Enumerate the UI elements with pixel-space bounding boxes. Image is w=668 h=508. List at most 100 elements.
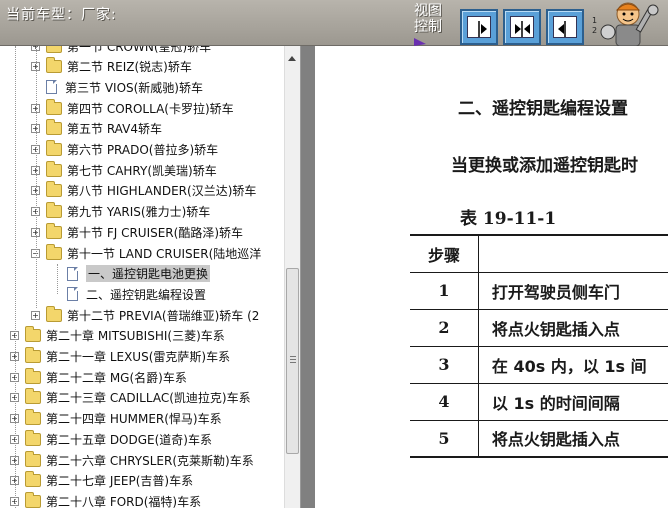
step-text: 打开驾驶员侧车门 bbox=[478, 271, 668, 310]
step-text: 在 40s 内，以 1s 间 bbox=[478, 345, 668, 384]
tree-scrollbar[interactable] bbox=[284, 46, 300, 508]
document-view[interactable]: 二、遥控钥匙编程设置 当更换或添加遥控钥匙时 表 19-11-1 步骤 1 打开驾… bbox=[315, 46, 668, 508]
tree-item[interactable]: + 第二十章 MITSUBISHI(三菱)车系 bbox=[10, 326, 225, 346]
document-paragraph: 当更换或添加遥控钥匙时 bbox=[451, 156, 638, 176]
split-arrows-icon bbox=[515, 21, 530, 37]
tree-item[interactable]: + 第二十二章 MG(名爵)车系 bbox=[10, 367, 187, 387]
tree-item-label: 第十节 FJ CRUISER(酷路泽)轿车 bbox=[67, 225, 244, 240]
tree-item-label: 第二节 REIZ(锐志)轿车 bbox=[67, 60, 192, 75]
tree-item-label: 第四节 COROLLA(卡罗拉)轿车 bbox=[67, 101, 234, 116]
tree-item-label: 第二十章 MITSUBISHI(三菱)车系 bbox=[46, 329, 225, 344]
tree-item[interactable]: + 第十节 FJ CRUISER(酷路泽)轿车 bbox=[31, 222, 243, 242]
tree-item[interactable]: + 第二十六章 CHRYSLER(克莱斯勒)车系 bbox=[10, 450, 254, 470]
panel-right-arrow-icon bbox=[478, 21, 487, 37]
tree-item[interactable]: − 第十一节 LAND CRUISER(陆地巡洋 bbox=[31, 243, 261, 263]
tree-item[interactable]: + 第二十五章 DODGE(道奇)车系 bbox=[10, 429, 212, 449]
tree-item[interactable]: + 第九节 YARIS(雅力士)轿车 bbox=[31, 202, 210, 222]
table-row: 4以 1s 的时间间隔 bbox=[410, 382, 668, 421]
folder-icon bbox=[46, 160, 62, 177]
tree-item-label: 第二十三章 CADILLAC(凯迪拉克)车系 bbox=[46, 391, 251, 406]
tree-leaf-item[interactable]: 一、遥控钥匙电池更换 bbox=[52, 264, 211, 284]
folder-icon bbox=[25, 491, 41, 508]
table-row: 1 打开驾驶员侧车门 bbox=[410, 271, 668, 310]
document-icon bbox=[46, 80, 57, 95]
step-number: 5 bbox=[410, 419, 479, 458]
document-icon bbox=[67, 266, 78, 281]
tree-item[interactable]: + 第二十七章 JEEP(吉普)车系 bbox=[10, 471, 193, 491]
folder-open-icon bbox=[46, 243, 62, 260]
tree-item-label: 第十二节 PREVIA(普瑞维亚)轿车 (2 bbox=[67, 308, 260, 323]
tree-guide-line bbox=[36, 46, 37, 308]
tree-leaf-item[interactable]: 二、遥控钥匙编程设置 bbox=[52, 284, 206, 304]
tree-item[interactable]: + 第五节 RAV4轿车 bbox=[31, 119, 162, 139]
top-toolbar: 当前车型：厂家: 视图控制 12 bbox=[0, 0, 668, 46]
folder-icon bbox=[25, 471, 41, 488]
step-number: 2 bbox=[410, 308, 479, 347]
tree-item-label: 第十一节 LAND CRUISER(陆地巡洋 bbox=[67, 246, 262, 261]
tree-item-label: 第八节 HIGHLANDER(汉兰达)轿车 bbox=[67, 184, 257, 199]
current-model-label: 当前车型：厂家: bbox=[6, 7, 117, 23]
table-header-cell: 步骤 bbox=[410, 234, 479, 273]
folder-icon bbox=[46, 98, 62, 115]
tree-item-label: 第二十二章 MG(名爵)车系 bbox=[46, 370, 187, 385]
document-gutter bbox=[301, 46, 315, 508]
tree-item[interactable]: + 第二十三章 CADILLAC(凯迪拉克)车系 bbox=[10, 388, 251, 408]
chapter-tree: + 第一节 CROWN(皇冠)轿车 + 第二节 REIZ(锐志)轿车 第三节 VIOS(… bbox=[0, 46, 301, 508]
mechanic-mascot-icon bbox=[600, 2, 659, 46]
tree-item-label: 第一节 CROWN(皇冠)轿车 bbox=[67, 46, 212, 54]
tree-item-label: 第二十四章 HUMMER(悍马)车系 bbox=[46, 412, 222, 427]
tree-item-label: 第九节 YARIS(雅力士)轿车 bbox=[67, 205, 211, 220]
step-text: 将点火钥匙插入点 bbox=[478, 308, 668, 347]
view-left-panel-button[interactable] bbox=[460, 9, 498, 45]
tree-item[interactable]: + 第八节 HIGHLANDER(汉兰达)轿车 bbox=[31, 181, 256, 201]
step-number: 1 bbox=[410, 271, 479, 310]
tree-item[interactable]: + 第二十一章 LEXUS(雷克萨斯)车系 bbox=[10, 347, 230, 367]
tree-item[interactable]: + 第六节 PRADO(普拉多)轿车 bbox=[31, 140, 218, 160]
tree-item[interactable]: + 第二十八章 FORD(福特)车系 bbox=[10, 491, 201, 508]
tree-item[interactable]: + 第二十四章 HUMMER(悍马)车系 bbox=[10, 409, 222, 429]
expand-icon[interactable]: + bbox=[31, 310, 40, 320]
tree-item-label: 第二十一章 LEXUS(雷克萨斯)车系 bbox=[46, 350, 231, 364]
step-number: 3 bbox=[410, 345, 479, 384]
tree-item[interactable]: + 第十二节 PREVIA(普瑞维亚)轿车 (2 bbox=[31, 305, 259, 325]
tree-item-label: 第六节 PRADO(普拉多)轿车 bbox=[67, 143, 219, 157]
folder-icon bbox=[25, 450, 41, 467]
folder-icon bbox=[25, 326, 41, 343]
folder-icon bbox=[46, 46, 62, 53]
step-text: 将点火钥匙插入点 bbox=[478, 419, 668, 458]
tree-item[interactable]: + 第四节 COROLLA(卡罗拉)轿车 bbox=[31, 98, 234, 118]
tree-item-label: 一、遥控钥匙电池更换 bbox=[86, 265, 211, 283]
tree-item[interactable]: + 第七节 CAHRY(凯美瑞)轿车 bbox=[31, 160, 217, 180]
tree-item-label: 第二十五章 DODGE(道奇)车系 bbox=[46, 432, 212, 447]
tree-item[interactable]: + 第一节 CROWN(皇冠)轿车 bbox=[31, 46, 211, 56]
table-row: 2 将点火钥匙插入点 bbox=[410, 308, 668, 347]
tree-item[interactable]: + 第二节 REIZ(锐志)轿车 bbox=[31, 57, 192, 77]
document-heading: 二、遥控钥匙编程设置 bbox=[458, 99, 628, 119]
folder-icon bbox=[46, 57, 62, 74]
table-header-row: 步骤 bbox=[410, 234, 668, 273]
tree-item[interactable]: 第三节 VIOS(新威驰)轿车 bbox=[31, 77, 203, 97]
view-right-panel-button[interactable] bbox=[546, 9, 584, 45]
scroll-up-arrow-icon[interactable] bbox=[288, 56, 296, 61]
tree-item-label: 第七节 CAHRY(凯美瑞)轿车 bbox=[67, 163, 217, 178]
tree-item-label: 第二十七章 JEEP(吉普)车系 bbox=[46, 474, 194, 489]
table-header-cell bbox=[478, 234, 668, 273]
tree-item-label: 第三节 VIOS(新威驰)轿车 bbox=[65, 80, 203, 95]
folder-icon bbox=[46, 119, 62, 136]
view-control-label: 视图控制 bbox=[414, 3, 442, 35]
table-caption: 表 19-11-1 bbox=[460, 209, 557, 229]
tree-guide-line bbox=[15, 46, 16, 508]
tree-item-label: 第二十六章 CHRYSLER(克莱斯勒)车系 bbox=[46, 453, 254, 468]
tree-guide-line bbox=[57, 264, 58, 294]
panel-left-arrow-icon bbox=[558, 21, 566, 37]
steps-table: 步骤 1 打开驾驶员侧车门 2 将点火钥匙插入点 3 在 40s 内，以 1s 间4以 1… bbox=[410, 234, 668, 458]
folder-icon bbox=[25, 409, 41, 426]
scroll-thumb[interactable] bbox=[286, 268, 299, 454]
tree-item-label: 二、遥控钥匙编程设置 bbox=[86, 287, 207, 302]
document-icon bbox=[67, 287, 78, 302]
view-split-button[interactable] bbox=[503, 9, 541, 45]
step-text: 以 1s 的时间间隔 bbox=[478, 382, 668, 421]
folder-icon bbox=[46, 202, 62, 219]
folder-icon bbox=[46, 305, 62, 322]
folder-icon bbox=[25, 367, 41, 384]
